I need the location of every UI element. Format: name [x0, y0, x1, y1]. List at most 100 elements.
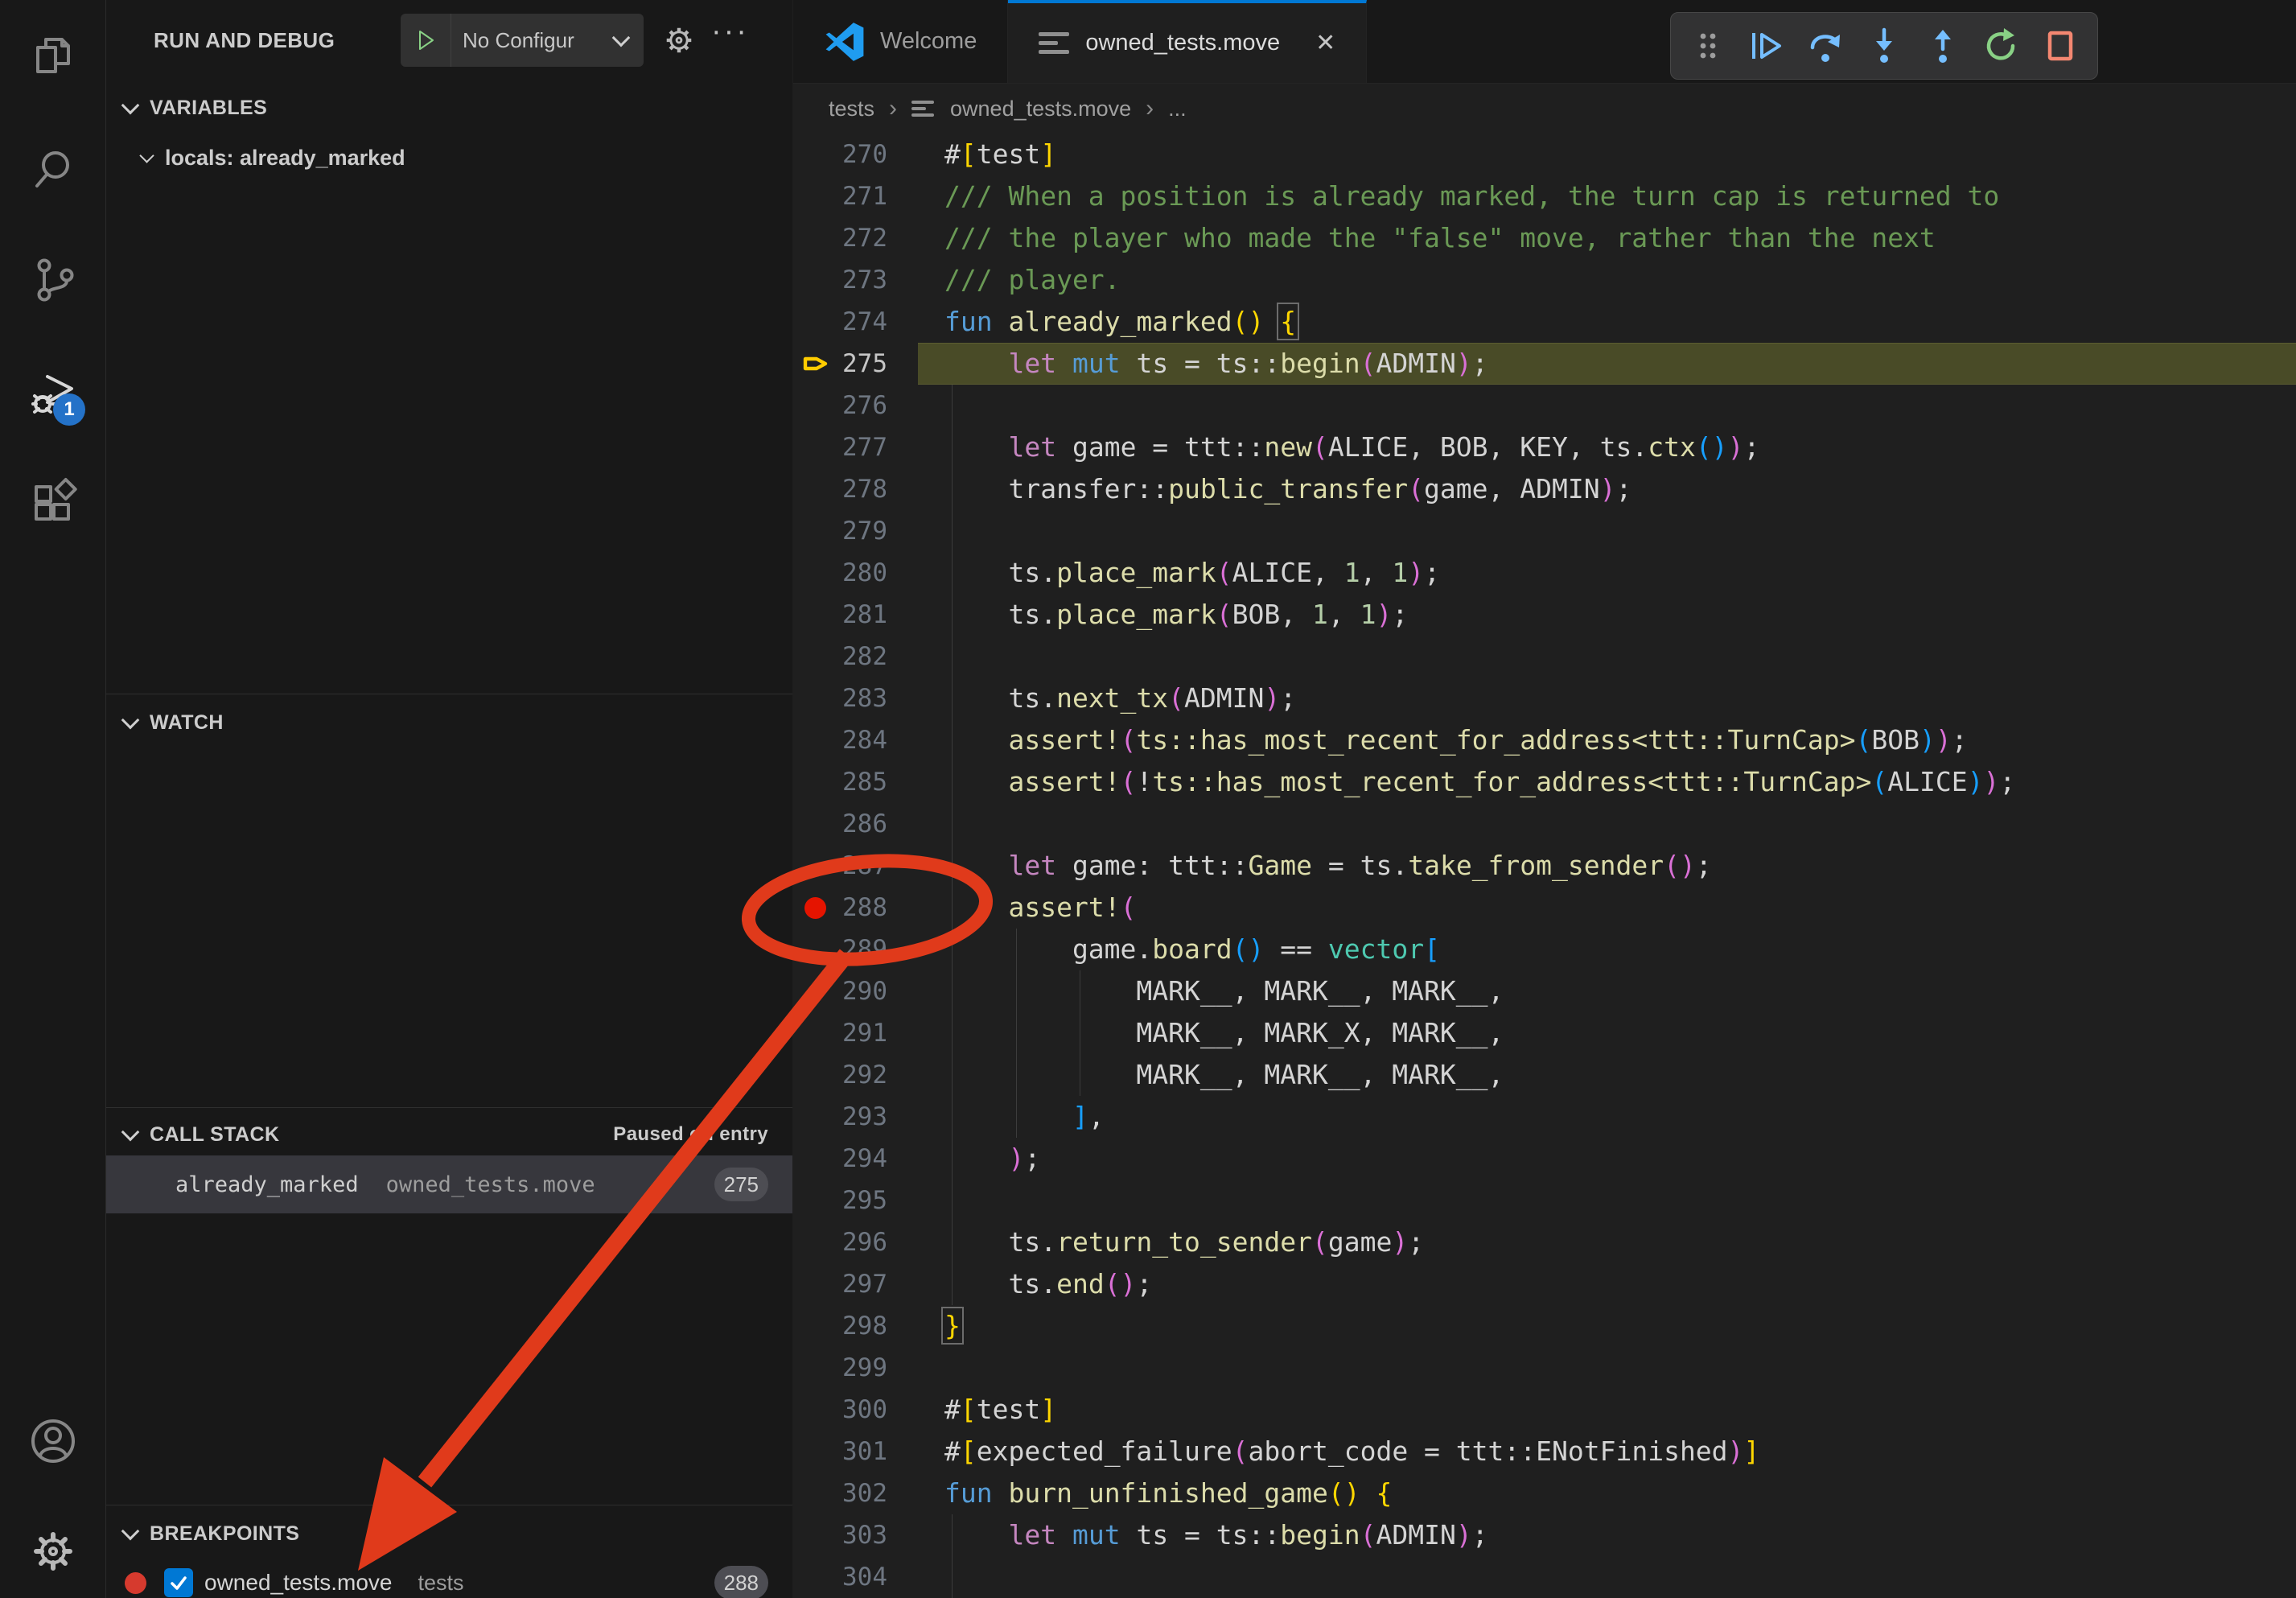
- code-line-text[interactable]: }: [887, 1305, 2296, 1347]
- breakpoint-gutter[interactable]: [793, 1347, 837, 1389]
- breakpoint-gutter[interactable]: [793, 1221, 837, 1263]
- breakpoint-list-item[interactable]: owned_tests.move tests 288: [106, 1559, 792, 1598]
- breakpoint-gutter[interactable]: [793, 594, 837, 636]
- breakpoint-gutter[interactable]: [793, 1096, 837, 1138]
- breakpoint-gutter[interactable]: [793, 301, 837, 343]
- code-line-text[interactable]: game.board() == vector[: [887, 929, 2296, 970]
- code-line-text[interactable]: #[test]: [887, 1389, 2296, 1431]
- continue-button[interactable]: [1739, 19, 1793, 73]
- breakpoint-gutter[interactable]: [793, 1263, 837, 1305]
- breakpoint-gutter[interactable]: [793, 1514, 837, 1556]
- breakpoint-gutter[interactable]: [793, 1556, 837, 1598]
- breakpoint-gutter[interactable]: [793, 259, 837, 301]
- breakpoint-gutter[interactable]: [793, 175, 837, 217]
- stop-button[interactable]: [2034, 19, 2088, 73]
- code-line-text[interactable]: ts.place_mark(ALICE, 1, 1);: [887, 552, 2296, 594]
- breakpoint-gutter[interactable]: [793, 1180, 837, 1221]
- step-out-button[interactable]: [1916, 19, 1970, 73]
- debug-settings-button[interactable]: [660, 21, 698, 60]
- toolbar-drag-handle[interactable]: [1681, 19, 1734, 73]
- code-line-text[interactable]: MARK__, MARK__, MARK__,: [887, 970, 2296, 1012]
- code-line-text[interactable]: [887, 510, 2296, 552]
- breadcrumb-item[interactable]: ...: [1168, 97, 1187, 121]
- tab-welcome[interactable]: Welcome: [793, 0, 1008, 83]
- code-area[interactable]: 270#[test]271/// When a position is alre…: [793, 134, 2296, 1598]
- activity-accounts[interactable]: [0, 1396, 105, 1486]
- call-stack-section-header[interactable]: CALL STACK Paused on entry: [106, 1114, 792, 1155]
- tab-owned-tests-move[interactable]: owned_tests.move ✕: [1008, 0, 1367, 83]
- activity-extensions[interactable]: [0, 459, 105, 549]
- breakpoint-gutter[interactable]: [793, 385, 837, 426]
- step-over-button[interactable]: [1798, 19, 1852, 73]
- activity-settings[interactable]: [0, 1506, 105, 1596]
- step-into-button[interactable]: [1857, 19, 1911, 73]
- breadcrumb-item[interactable]: owned_tests.move: [950, 97, 1131, 121]
- breakpoint-gutter[interactable]: [793, 1054, 837, 1096]
- debug-config-dropdown[interactable]: No Configur: [401, 14, 644, 67]
- code-line-text[interactable]: ts.place_mark(BOB, 1, 1);: [887, 594, 2296, 636]
- code-line-text[interactable]: MARK__, MARK_X, MARK__,: [887, 1012, 2296, 1054]
- breakpoint-dot-icon[interactable]: [804, 897, 826, 919]
- breakpoints-section-header[interactable]: BREAKPOINTS: [106, 1513, 792, 1555]
- more-actions-button[interactable]: ···: [711, 14, 749, 49]
- breakpoint-gutter[interactable]: [793, 845, 837, 887]
- code-line-text[interactable]: ],: [887, 1096, 2296, 1138]
- watch-section-header[interactable]: WATCH: [106, 702, 792, 743]
- code-line-text[interactable]: assert!(!ts::has_most_recent_for_address…: [887, 761, 2296, 803]
- breakpoint-checkbox[interactable]: [164, 1568, 193, 1597]
- breakpoint-gutter[interactable]: [793, 678, 837, 719]
- breakpoint-gutter[interactable]: [793, 1389, 837, 1431]
- breakpoint-gutter[interactable]: [793, 426, 837, 468]
- breakpoint-gutter[interactable]: [793, 929, 837, 970]
- code-line-text[interactable]: [887, 1556, 2296, 1598]
- breakpoint-gutter[interactable]: [793, 1138, 837, 1180]
- activity-explorer[interactable]: [0, 11, 105, 101]
- code-line-text[interactable]: let mut ts = ts::begin(ADMIN);: [887, 343, 2296, 385]
- breakpoint-gutter[interactable]: [793, 134, 837, 175]
- code-line-text[interactable]: MARK__, MARK__, MARK__,: [887, 1054, 2296, 1096]
- breakpoint-gutter[interactable]: [793, 887, 837, 929]
- breakpoint-gutter[interactable]: [793, 803, 837, 845]
- breakpoint-gutter[interactable]: [793, 217, 837, 259]
- restart-button[interactable]: [1975, 19, 2029, 73]
- code-line-text[interactable]: let game = ttt::new(ALICE, BOB, KEY, ts.…: [887, 426, 2296, 468]
- code-line-text[interactable]: ts.end();: [887, 1263, 2296, 1305]
- variables-scope-row[interactable]: locals: already_marked: [142, 137, 405, 179]
- code-line-text[interactable]: let game: ttt::Game = ts.take_from_sende…: [887, 845, 2296, 887]
- code-line-text[interactable]: #[expected_failure(abort_code = ttt::ENo…: [887, 1431, 2296, 1472]
- breakpoint-gutter[interactable]: [793, 1472, 837, 1514]
- breakpoint-gutter[interactable]: [793, 719, 837, 761]
- breakpoint-gutter[interactable]: [793, 1012, 837, 1054]
- code-line-text[interactable]: ts.next_tx(ADMIN);: [887, 678, 2296, 719]
- code-line-text[interactable]: #[test]: [887, 134, 2296, 175]
- code-line-text[interactable]: assert!(ts::has_most_recent_for_address<…: [887, 719, 2296, 761]
- code-line-text[interactable]: ts.return_to_sender(game);: [887, 1221, 2296, 1263]
- code-line-text[interactable]: assert!(: [887, 887, 2296, 929]
- code-line-text[interactable]: let mut ts = ts::begin(ADMIN);: [887, 1514, 2296, 1556]
- code-line-text[interactable]: [887, 1347, 2296, 1389]
- code-line-text[interactable]: [887, 1180, 2296, 1221]
- activity-search[interactable]: [0, 124, 105, 214]
- breakpoint-gutter[interactable]: [793, 970, 837, 1012]
- breakpoint-gutter[interactable]: [793, 1431, 837, 1472]
- code-line-text[interactable]: transfer::public_transfer(game, ADMIN);: [887, 468, 2296, 510]
- close-icon[interactable]: ✕: [1315, 29, 1335, 57]
- call-stack-frame[interactable]: already_marked owned_tests.move 275: [106, 1155, 792, 1213]
- code-line-text[interactable]: /// the player who made the "false" move…: [887, 217, 2296, 259]
- code-line-text[interactable]: /// player.: [887, 259, 2296, 301]
- code-line-text[interactable]: [887, 385, 2296, 426]
- code-line-text[interactable]: );: [887, 1138, 2296, 1180]
- code-line-text[interactable]: fun burn_unfinished_game() {: [887, 1472, 2296, 1514]
- breakpoint-gutter[interactable]: [793, 636, 837, 678]
- activity-run-and-debug[interactable]: 1: [0, 348, 105, 439]
- code-line-text[interactable]: [887, 636, 2296, 678]
- breadcrumb-item[interactable]: tests: [829, 97, 874, 121]
- breakpoint-gutter[interactable]: [793, 343, 837, 385]
- code-line-text[interactable]: fun already_marked() {: [887, 301, 2296, 343]
- code-line-text[interactable]: [887, 803, 2296, 845]
- breakpoint-gutter[interactable]: [793, 552, 837, 594]
- breakpoint-gutter[interactable]: [793, 1305, 837, 1347]
- breakpoint-gutter[interactable]: [793, 468, 837, 510]
- breakpoint-gutter[interactable]: [793, 761, 837, 803]
- start-debug-button[interactable]: [401, 14, 451, 67]
